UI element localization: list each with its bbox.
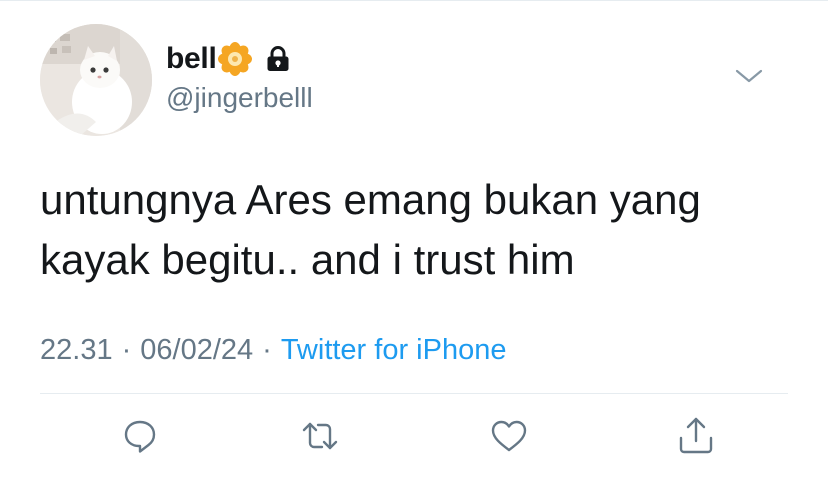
actions-divider [40,393,788,394]
meta-separator: · [262,334,272,366]
tweet-date: 06/02/24 [140,334,254,366]
tweet-source-link[interactable]: Twitter for iPhone [281,334,507,366]
flower-icon [218,42,253,76]
action-bar [0,414,828,458]
tweet-meta: 22.31 · 06/02/24 · Twitter for iPhone [40,334,506,367]
avatar[interactable] [40,24,152,136]
meta-separator: · [121,334,132,366]
chevron-down-icon[interactable] [734,66,764,86]
user-handle[interactable]: @jingerbelll [166,82,313,114]
tweet-time: 22.31 [40,334,113,366]
reply-icon [124,420,156,453]
share-icon [679,417,713,454]
tweet-text: untungnya Ares emang bukan yang kayak be… [40,170,800,290]
like-icon [491,420,527,452]
display-name[interactable]: bell [166,42,217,76]
tweet-text-line1: untungnya Ares emang bukan yang [40,176,701,223]
retweet-icon [302,422,338,450]
like-button[interactable] [487,414,531,458]
reply-button[interactable] [118,414,162,458]
tweet-text-line2: kayak begitu.. and i trust him [40,236,575,283]
name-row: bell [166,40,290,78]
avatar-image [40,24,152,136]
top-divider [0,0,828,1]
share-button[interactable] [674,414,718,458]
lock-icon [267,46,289,71]
retweet-button[interactable] [298,414,342,458]
